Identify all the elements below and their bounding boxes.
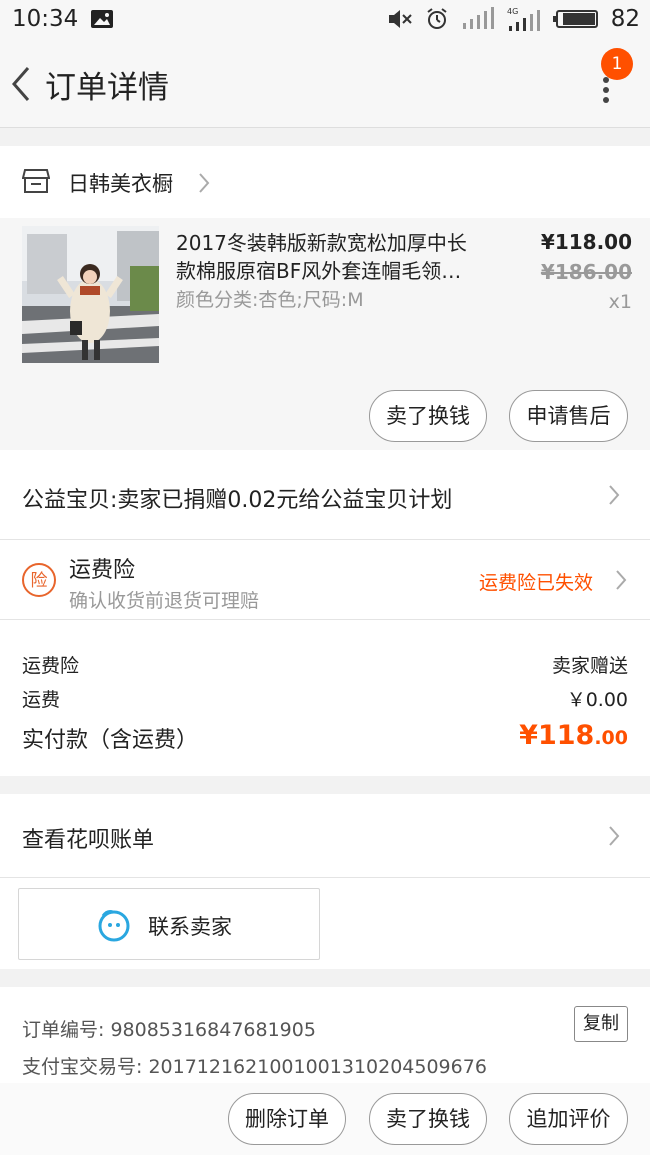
- fee-label: 运费: [22, 689, 61, 711]
- signal-icon: [462, 7, 494, 29]
- chevron-right-icon: [616, 570, 627, 590]
- insurance-subtitle: 确认收货前退货可理赔: [69, 590, 260, 612]
- total-amount: ¥118.00: [519, 720, 628, 751]
- chevron-right-icon: [609, 485, 620, 505]
- status-bar: 10:34 4G 82: [0, 0, 650, 40]
- svg-text:险: 险: [31, 571, 48, 591]
- product-thumbnail[interactable]: [22, 226, 159, 363]
- battery-icon: [552, 10, 598, 28]
- shop-name: 日韩美衣橱: [68, 172, 173, 196]
- fee-label: 运费险: [22, 655, 80, 677]
- delete-order-button[interactable]: 删除订单: [228, 1093, 346, 1145]
- huabei-bill-row[interactable]: 查看花呗账单: [0, 794, 650, 878]
- after-sales-button[interactable]: 申请售后: [509, 390, 628, 442]
- status-time: 10:34: [12, 6, 79, 32]
- mute-icon: [388, 10, 412, 28]
- page-title: 订单详情: [45, 70, 169, 106]
- alarm-icon: [427, 8, 447, 29]
- product-sku: 颜色分类:杏色;尺码:M: [176, 289, 364, 311]
- chat-bot-icon: [98, 910, 130, 942]
- image-notification-icon: [91, 10, 113, 28]
- contact-seller-button[interactable]: 联系卖家: [18, 888, 320, 960]
- order-info: 订单编号: 98085316847681905 支付宝交易号: 20171216…: [0, 987, 650, 1087]
- charity-row[interactable]: 公益宝贝:卖家已捐赠0.02元给公益宝贝计划: [0, 450, 650, 540]
- bottom-action-bar: 删除订单 卖了换钱 追加评价: [0, 1083, 650, 1155]
- product-original-price: ¥186.00: [540, 260, 632, 284]
- insurance-title: 运费险: [69, 558, 136, 583]
- sell-for-cash-button[interactable]: 卖了换钱: [369, 1093, 487, 1145]
- insurance-icon: 险: [22, 563, 56, 597]
- notification-badge: 1: [601, 48, 633, 80]
- total-amount-integer: ¥118: [519, 720, 595, 751]
- product-title-line1: 2017冬装韩版新款宽松加厚中长: [176, 231, 467, 255]
- chevron-right-icon: [199, 173, 210, 193]
- product-quantity: x1: [608, 291, 632, 313]
- fee-value: ￥0.00: [566, 689, 628, 711]
- insurance-status: 运费险已失效: [479, 572, 594, 594]
- signal-4g-icon: 4G: [507, 7, 540, 31]
- total-amount-decimal: .00: [594, 727, 628, 749]
- product-price: ¥118.00: [540, 230, 632, 254]
- total-label: 实付款（含运费）: [22, 728, 199, 753]
- alipay-transaction-number: 支付宝交易号: 2017121621001001310204509676: [22, 1056, 487, 1078]
- product-title[interactable]: 2017冬装韩版新款宽松加厚中长 款棉服原宿BF风外套连帽毛领…: [176, 229, 521, 285]
- back-arrow-icon[interactable]: [8, 64, 36, 104]
- battery-level: 82: [610, 6, 640, 32]
- more-menu-icon[interactable]: [596, 76, 616, 104]
- add-review-button[interactable]: 追加评价: [509, 1093, 628, 1145]
- charity-text: 公益宝贝:卖家已捐赠0.02元给公益宝贝计划: [22, 488, 453, 513]
- chevron-right-icon: [609, 826, 620, 846]
- contact-seller-label: 联系卖家: [148, 915, 232, 939]
- product-title-line2: 款棉服原宿BF风外套连帽毛领…: [176, 259, 462, 283]
- shipping-insurance-row[interactable]: 险 运费险 确认收货前退货可理赔 运费险已失效: [0, 540, 650, 620]
- fee-summary: 运费险 卖家赠送 运费 ￥0.00 实付款（含运费） ¥118.00: [0, 620, 650, 776]
- svg-text:4G: 4G: [507, 7, 518, 16]
- shop-icon: [22, 169, 50, 193]
- shop-row[interactable]: 日韩美衣橱: [0, 146, 650, 218]
- order-number: 订单编号: 98085316847681905: [22, 1019, 316, 1041]
- contact-area: 联系卖家: [0, 878, 650, 969]
- huabei-bill-label: 查看花呗账单: [22, 828, 155, 853]
- fee-value: 卖家赠送: [551, 655, 628, 677]
- copy-button[interactable]: 复制: [574, 1006, 628, 1042]
- sell-for-cash-button[interactable]: 卖了换钱: [369, 390, 487, 442]
- order-item[interactable]: 2017冬装韩版新款宽松加厚中长 款棉服原宿BF风外套连帽毛领… 颜色分类:杏色…: [0, 218, 650, 450]
- app-header: 订单详情 1: [0, 40, 650, 128]
